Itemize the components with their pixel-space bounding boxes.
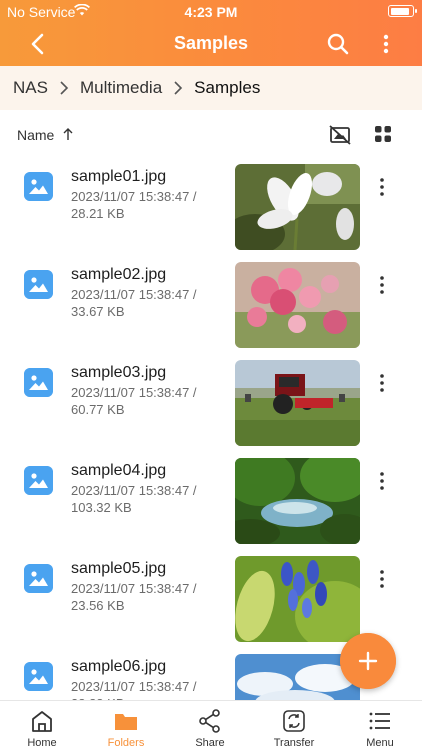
- chevron-right-icon: [174, 81, 183, 95]
- transfer-icon: [283, 710, 305, 732]
- image-file-icon: [24, 270, 53, 299]
- list-item[interactable]: sample01.jpg 2023/11/07 15:38:47 / 28.21…: [0, 160, 422, 258]
- image-file-icon: [24, 564, 53, 593]
- tab-bar: Home Folders Share Transfer Menu: [0, 700, 422, 750]
- clock: 4:23 PM: [184, 4, 238, 20]
- tab-label: Menu: [366, 737, 394, 749]
- tab-transfer[interactable]: Transfer: [252, 701, 336, 750]
- navbar: Samples: [0, 22, 422, 66]
- file-meta: 2023/11/07 15:38:47 / 23.56 KB: [71, 581, 197, 613]
- more-options-icon[interactable]: [375, 176, 389, 198]
- hide-thumbnails-icon[interactable]: [328, 123, 352, 147]
- more-options-icon[interactable]: [380, 30, 392, 58]
- thumbnail-image[interactable]: [235, 360, 360, 446]
- image-file-icon: [24, 172, 53, 201]
- more-options-icon[interactable]: [375, 372, 389, 394]
- file-name: sample06.jpg: [71, 658, 167, 675]
- image-file-icon: [24, 368, 53, 397]
- tab-label: Home: [27, 737, 57, 749]
- file-meta: 2023/11/07 15:38:47 / 103.32 KB: [71, 483, 197, 515]
- more-options-icon[interactable]: [375, 274, 389, 296]
- thumbnail-image[interactable]: [235, 458, 360, 544]
- breadcrumb-item-samples: Samples: [194, 78, 261, 97]
- sort-bar: Name: [0, 110, 422, 160]
- tab-home[interactable]: Home: [0, 701, 84, 750]
- breadcrumb: NAS Multimedia Samples: [0, 66, 422, 110]
- file-meta: 2023/11/07 15:38:47 / 28.21 KB: [71, 189, 197, 221]
- tab-label: Transfer: [273, 737, 315, 749]
- thumbnail-image[interactable]: [235, 164, 360, 250]
- list-item[interactable]: sample04.jpg 2023/11/07 15:38:47 / 103.3…: [0, 454, 422, 552]
- search-icon[interactable]: [324, 30, 352, 58]
- file-name: sample05.jpg: [71, 560, 167, 577]
- tab-share[interactable]: Share: [168, 701, 252, 750]
- folder-icon: [115, 714, 137, 730]
- menu-icon: [369, 712, 390, 730]
- file-list: sample01.jpg 2023/11/07 15:38:47 / 28.21…: [0, 160, 422, 700]
- app-header: No Service 4:23 PM Samples: [0, 0, 422, 66]
- thumbnail-image[interactable]: [235, 262, 360, 348]
- image-file-icon: [24, 662, 53, 691]
- home-icon: [32, 711, 52, 732]
- file-name: sample03.jpg: [71, 364, 167, 381]
- file-meta: 2023/11/07 15:38:47 / 38.88 KB: [71, 679, 197, 700]
- sort-ascending-icon[interactable]: [62, 127, 74, 141]
- list-item[interactable]: sample03.jpg 2023/11/07 15:38:47 / 60.77…: [0, 356, 422, 454]
- battery-icon: [388, 5, 417, 17]
- tab-menu[interactable]: Menu: [338, 701, 422, 750]
- file-name: sample02.jpg: [71, 266, 167, 283]
- breadcrumb-item-multimedia[interactable]: Multimedia: [80, 78, 162, 98]
- file-meta: 2023/11/07 15:38:47 / 33.67 KB: [71, 287, 197, 319]
- tab-label: Share: [195, 737, 225, 749]
- thumbnail-image[interactable]: [235, 556, 360, 642]
- share-icon: [199, 709, 220, 733]
- tab-folders[interactable]: Folders: [84, 701, 168, 750]
- chevron-right-icon: [60, 81, 69, 95]
- file-name: sample01.jpg: [71, 168, 167, 185]
- breadcrumb-item-nas[interactable]: NAS: [13, 78, 48, 98]
- grid-view-icon[interactable]: [374, 125, 392, 143]
- sort-by-name-button[interactable]: Name: [17, 127, 54, 143]
- more-options-icon[interactable]: [375, 470, 389, 492]
- page-title: Samples: [173, 33, 249, 53]
- more-options-icon[interactable]: [375, 568, 389, 590]
- list-item[interactable]: sample02.jpg 2023/11/07 15:38:47 / 33.67…: [0, 258, 422, 356]
- status-bar: No Service 4:23 PM: [0, 0, 422, 22]
- add-button[interactable]: [340, 633, 396, 689]
- image-file-icon: [24, 466, 53, 495]
- file-name: sample04.jpg: [71, 462, 167, 479]
- file-meta: 2023/11/07 15:38:47 / 60.77 KB: [71, 385, 197, 417]
- tab-label: Folders: [107, 737, 145, 749]
